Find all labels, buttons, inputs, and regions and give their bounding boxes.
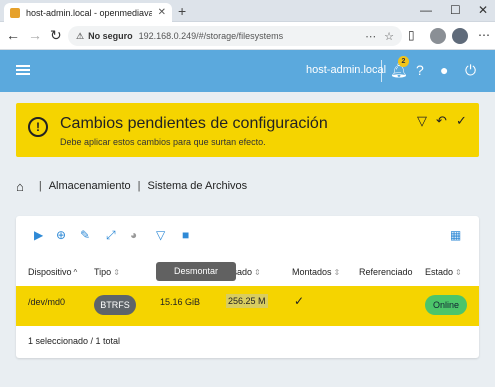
- undo-icon[interactable]: ↶: [436, 113, 447, 129]
- breadcrumb: ⌂ | Almacenamiento | Sistema de Archivos: [16, 178, 247, 194]
- address-bar[interactable]: ⚠ No seguro 192.168.0.249/#/storage/file…: [68, 26, 402, 46]
- favorite-star-icon[interactable]: ☆: [384, 30, 394, 43]
- home-icon[interactable]: ⌂: [16, 179, 24, 194]
- browser-menu-icon[interactable]: ⋯: [478, 28, 490, 42]
- header-divider: [381, 60, 382, 82]
- back-icon[interactable]: ←: [6, 28, 20, 42]
- breadcrumb-separator: |: [38, 180, 42, 192]
- app-header: host-admin.local 🔔︎ ? ● ⏻: [0, 50, 495, 92]
- window-close-icon[interactable]: ✕: [478, 3, 488, 17]
- openmediavault-favicon-icon: [10, 7, 20, 18]
- insecure-label[interactable]: No seguro: [88, 31, 133, 41]
- add-circle-icon[interactable]: ⊕: [56, 229, 66, 241]
- mounted-check-icon: ✓: [294, 294, 305, 308]
- url-text[interactable]: 192.168.0.249/#/storage/filesystems: [139, 31, 358, 41]
- used-cell: 256.25 M: [226, 294, 268, 308]
- split-screen-icon[interactable]: ▯: [408, 28, 415, 42]
- forward-icon[interactable]: →: [28, 28, 42, 42]
- expand-icon[interactable]: ⤢: [106, 229, 116, 241]
- minimize-icon[interactable]: —: [420, 3, 432, 17]
- browser-toolbar: ← → ↻ ⚠ No seguro 192.168.0.249/#/storag…: [0, 22, 495, 50]
- hostname-label: host-admin.local: [306, 64, 387, 76]
- table-row[interactable]: /dev/md0 BTRFS 15.16 GiB 256.25 M ✓ Onli…: [16, 286, 479, 326]
- browser-tab-strip: host-admin.local - openmediavault ✕ + — …: [0, 0, 495, 22]
- pending-changes-banner: ! Cambios pendientes de configuración De…: [16, 103, 479, 157]
- user-icon[interactable]: ●: [440, 62, 448, 78]
- banner-title: Cambios pendientes de configuración: [60, 115, 328, 132]
- type-chip: BTRFS: [94, 295, 136, 315]
- apply-check-icon[interactable]: ✓: [456, 113, 467, 129]
- column-device[interactable]: Dispositivo ^: [28, 267, 77, 277]
- filter-icon[interactable]: ▽: [417, 113, 427, 129]
- extension-icon[interactable]: [452, 28, 468, 44]
- device-cell: /dev/md0: [28, 297, 66, 307]
- stop-square-icon[interactable]: ■: [182, 229, 189, 241]
- breadcrumb-separator: |: [137, 180, 141, 192]
- column-referenced[interactable]: Referenciado: [359, 267, 413, 277]
- unmount-tooltip: Desmontar: [156, 262, 236, 281]
- notification-badge: 2: [398, 56, 409, 67]
- browser-tab-title: host-admin.local - openmediavault: [26, 7, 152, 18]
- selection-summary: 1 seleccionado / 1 total: [28, 336, 121, 346]
- breadcrumb-filesystems: Sistema de Archivos: [147, 180, 248, 192]
- unmount-filter-icon[interactable]: ▽: [156, 229, 165, 241]
- filesystems-card: ▶ ⊕ ✎ ⤢ ◕ ▽ ■ ▦ Dispositivo ^ Tipo ⇕ Usado…: [16, 216, 479, 358]
- power-icon[interactable]: ⏻: [465, 62, 476, 78]
- status-badge: Online: [425, 295, 467, 315]
- new-tab-icon[interactable]: +: [178, 3, 186, 19]
- column-type[interactable]: Tipo ⇕: [94, 267, 120, 277]
- hamburger-menu-icon[interactable]: [16, 63, 30, 77]
- profile-avatar[interactable]: [430, 28, 446, 44]
- tab-close-icon[interactable]: ✕: [158, 7, 166, 18]
- available-cell: 15.16 GiB: [160, 297, 201, 307]
- column-mounted[interactable]: Montados ⇕: [292, 267, 340, 277]
- edit-pencil-icon[interactable]: ✎: [80, 229, 90, 241]
- table-columns-icon[interactable]: ▦: [450, 229, 461, 241]
- column-status[interactable]: Estado ⇕: [425, 267, 462, 277]
- help-icon[interactable]: ?: [416, 62, 424, 78]
- banner-subtitle: Debe aplicar estos cambios para que surt…: [60, 137, 266, 147]
- maximize-icon[interactable]: ☐: [450, 3, 461, 17]
- breadcrumb-storage[interactable]: Almacenamiento: [49, 180, 131, 192]
- reload-icon[interactable]: ↻: [50, 28, 62, 42]
- warning-triangle-icon: ⚠: [76, 30, 85, 41]
- quota-pie-icon[interactable]: ◕: [130, 229, 137, 241]
- browser-tab[interactable]: host-admin.local - openmediavault ✕: [4, 3, 172, 22]
- mount-play-icon[interactable]: ▶: [34, 229, 43, 241]
- info-exclamation-icon: !: [28, 117, 48, 137]
- table-header: Dispositivo ^ Tipo ⇕ Usado ⇕ Montados ⇕ Refe…: [16, 262, 479, 286]
- more-dots-icon[interactable]: ⋯: [365, 30, 376, 43]
